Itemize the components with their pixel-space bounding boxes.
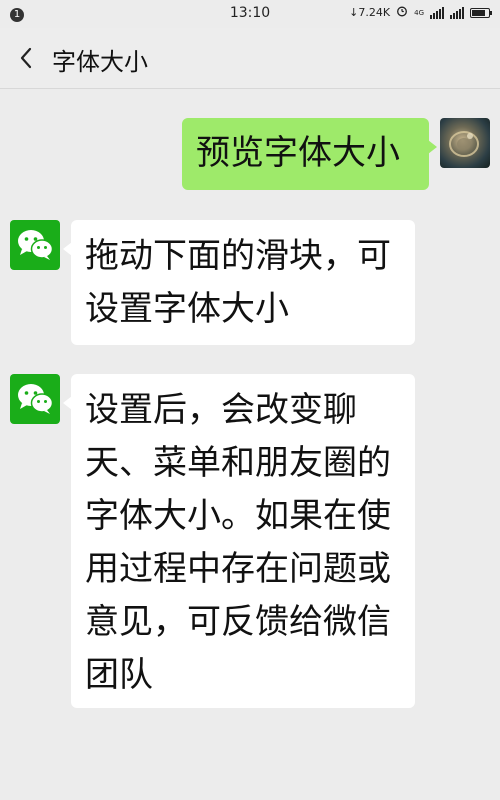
message-line: 设置字体大小	[85, 289, 289, 329]
message-line: 拖动下面的滑块，可	[85, 236, 391, 276]
net-speed: ↓7.24K	[349, 6, 391, 19]
message-line: 团队	[85, 655, 153, 695]
page-title: 字体大小	[52, 48, 148, 76]
wechat-avatar[interactable]	[10, 220, 60, 270]
signal-bars-icon	[430, 6, 444, 19]
status-bar: 1 13:10 ↓7.24K 4G	[0, 0, 500, 28]
message-line: 天、菜单和朋友圈的	[85, 443, 391, 483]
message-bubble-incoming[interactable]: 拖动下面的滑块，可 设置字体大小	[63, 220, 415, 345]
message-bubble-outgoing[interactable]: 预览字体大小	[182, 118, 437, 190]
message-line: 设置后，会改变聊	[85, 390, 357, 430]
battery-fill	[472, 9, 485, 16]
status-right: ↓7.24K 4G	[349, 5, 492, 20]
wechat-logo-icon	[18, 230, 54, 260]
message-bubble-incoming[interactable]: 设置后，会改变聊 天、菜单和朋友圈的 字体大小。如果在使 用过程中存在问题或 意…	[63, 374, 415, 708]
message-line: 字体大小。如果在使	[85, 496, 391, 536]
message-line: 预览字体大小	[196, 133, 400, 173]
signal-4g-label: 4G	[414, 8, 424, 17]
wechat-avatar[interactable]	[10, 374, 60, 424]
alarm-icon	[396, 5, 408, 20]
message-line: 意见，可反馈给微信	[85, 602, 391, 642]
wechat-logo-icon	[18, 384, 54, 414]
nav-bar: 字体大小	[0, 28, 500, 89]
user-avatar-image	[449, 131, 479, 157]
chevron-left-icon	[20, 47, 32, 69]
battery-icon	[470, 7, 492, 18]
signal-bars-2-icon	[450, 6, 464, 19]
chat-area: 预览字体大小 拖动下面的滑块，可 设置字体大小 设置后，会改变聊 天、菜单和朋友…	[0, 90, 500, 800]
message-line: 用过程中存在问题或	[85, 549, 391, 589]
user-avatar[interactable]	[440, 118, 490, 168]
back-button[interactable]	[6, 38, 46, 78]
